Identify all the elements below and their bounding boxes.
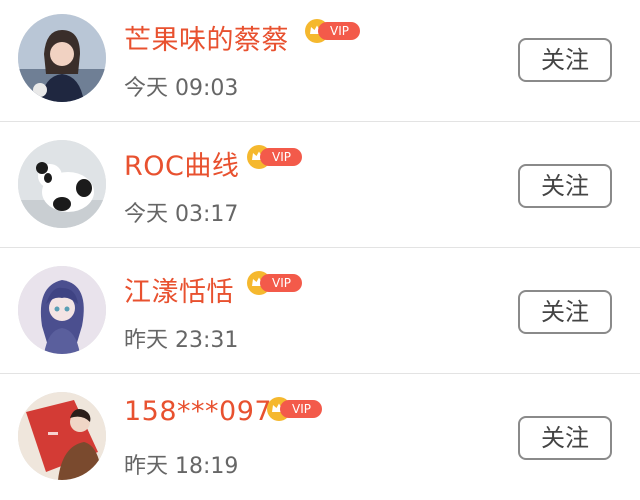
avatar-image	[18, 14, 106, 102]
timestamp: 昨天 23:31	[124, 328, 239, 353]
follow-button[interactable]: 关注	[518, 290, 612, 334]
timestamp: 今天 03:17	[124, 202, 239, 227]
vip-label: VIP	[280, 400, 322, 418]
follow-button[interactable]: 关注	[518, 38, 612, 82]
vip-badge: VIP	[266, 397, 322, 421]
vip-label: VIP	[318, 22, 360, 40]
avatar[interactable]	[18, 140, 106, 228]
timestamp: 昨天 18:19	[124, 454, 239, 479]
user-name[interactable]: 158***097	[124, 396, 272, 427]
avatar[interactable]	[18, 266, 106, 354]
vip-badge: VIP	[246, 271, 302, 295]
avatar-image	[18, 392, 106, 480]
list-item[interactable]: 江漾恬恬 VIP 昨天 23:31 关注	[0, 248, 640, 374]
list-item[interactable]: 158***097 VIP 昨天 18:19 关注	[0, 374, 640, 500]
follow-button[interactable]: 关注	[518, 416, 612, 460]
follow-button[interactable]: 关注	[518, 164, 612, 208]
user-name[interactable]: ROC曲线	[124, 144, 239, 183]
avatar[interactable]	[18, 14, 106, 102]
follower-list: 芒果味的蔡蔡 VIP 今天 09:03 关注 ROC曲线 VIP 今天 03:1…	[0, 0, 640, 494]
user-name[interactable]: 江漾恬恬	[124, 270, 234, 309]
avatar[interactable]	[18, 392, 106, 480]
list-item[interactable]: 芒果味的蔡蔡 VIP 今天 09:03 关注	[0, 0, 640, 122]
user-name[interactable]: 芒果味的蔡蔡	[124, 18, 289, 57]
vip-badge: VIP	[304, 19, 360, 43]
vip-label: VIP	[260, 148, 302, 166]
timestamp: 今天 09:03	[124, 76, 239, 101]
avatar-image	[18, 266, 106, 354]
list-item[interactable]: ROC曲线 VIP 今天 03:17 关注	[0, 122, 640, 248]
vip-label: VIP	[260, 274, 302, 292]
avatar-image	[18, 140, 106, 228]
vip-badge: VIP	[246, 145, 302, 169]
